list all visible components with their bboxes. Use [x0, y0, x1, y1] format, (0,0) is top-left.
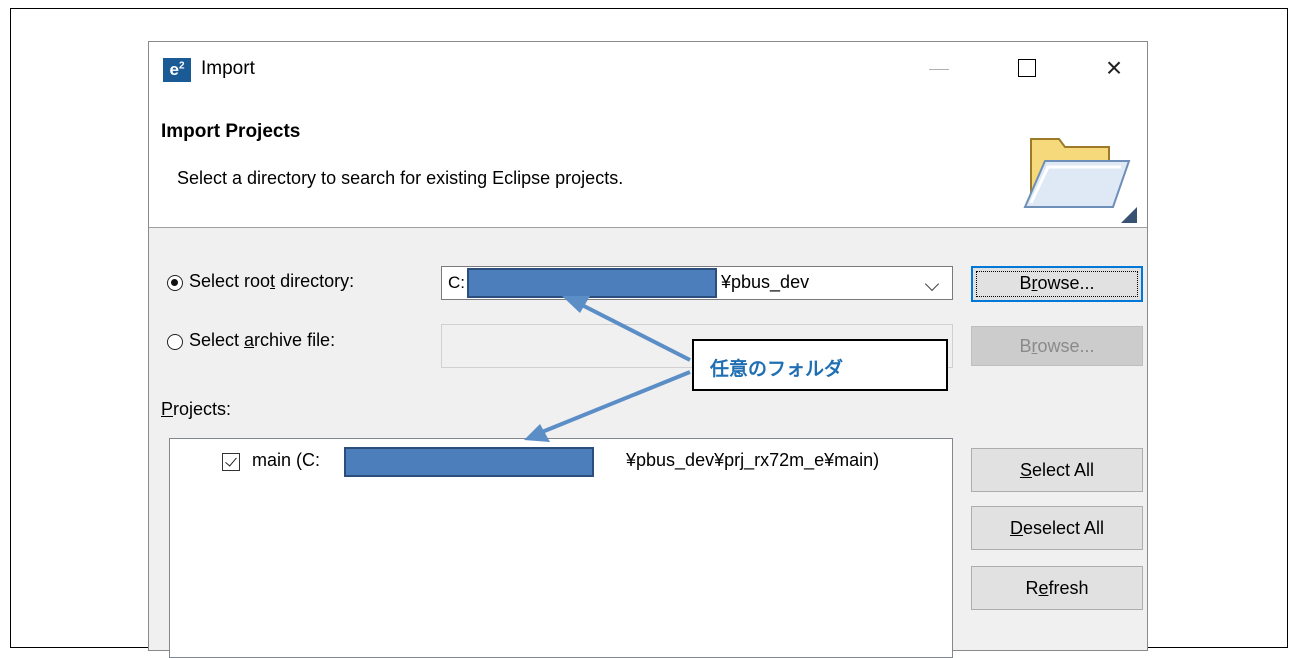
maximize-icon[interactable] [1015, 56, 1041, 82]
close-icon[interactable]: × [1101, 54, 1127, 82]
browse-archive-button: Browse... [971, 326, 1143, 366]
page-title: Import Projects [161, 121, 301, 142]
project-list[interactable]: main (C: ¥pbus_dev¥prj_rx72m_e¥main) [169, 438, 953, 658]
wizard-header: Import Projects Select a directory to se… [149, 99, 1147, 228]
select-all-button[interactable]: Select All [971, 448, 1143, 492]
folder-icon [1023, 138, 1137, 223]
browse-root-button[interactable]: Browse... [971, 266, 1143, 302]
e2-app-icon: e2 [163, 58, 191, 82]
refresh-button[interactable]: Refresh [971, 566, 1143, 610]
root-path-prefix: C: [448, 273, 465, 292]
chevron-down-icon[interactable] [924, 276, 940, 292]
root-directory-radio[interactable] [167, 275, 183, 291]
project-checkbox[interactable] [222, 453, 240, 471]
root-path-suffix: ¥pbus_dev [721, 272, 810, 292]
redacted-path-block [344, 447, 594, 477]
window-title: Import [201, 58, 255, 79]
project-path-prefix: main (C: [252, 450, 321, 470]
projects-label: Projects: [161, 399, 232, 419]
title-bar: e2 Import × [149, 42, 1147, 99]
annotation-callout: 任意のフォルダ [692, 339, 948, 391]
archive-file-label[interactable]: Select archive file: [189, 330, 335, 351]
redacted-path-block [467, 268, 717, 298]
root-directory-label[interactable]: Select root directory: [189, 271, 354, 292]
page-description: Select a directory to search for existin… [177, 168, 624, 188]
import-dialog: e2 Import × Import Projects Select a dir… [148, 41, 1148, 658]
minimize-icon[interactable] [927, 56, 953, 82]
project-path-suffix: ¥pbus_dev¥prj_rx72m_e¥main) [626, 450, 880, 470]
archive-file-radio[interactable] [167, 334, 183, 350]
deselect-all-button[interactable]: Deselect All [971, 506, 1143, 550]
